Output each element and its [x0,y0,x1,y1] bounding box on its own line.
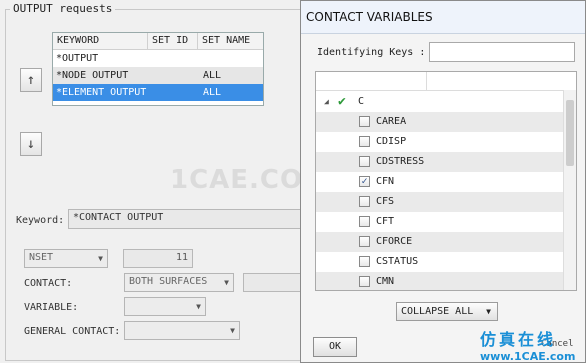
identifying-keys-label: Identifying Keys : [317,47,426,58]
tree-item-carea[interactable]: CAREA [316,112,564,132]
tree-item-cmn[interactable]: CMN [316,272,564,290]
logo-chinese: 仿真在线 [480,330,557,349]
tree-item-cstatus[interactable]: CSTATUS [316,252,564,272]
tree-item-cft[interactable]: CFT [316,212,564,232]
contact-label: CONTACT: [24,278,73,289]
checkbox[interactable] [359,196,370,207]
tree-item-label: CFORCE [376,236,413,247]
tree-root-label: C [358,96,365,107]
table-cell-set-name: ALL [203,87,222,98]
checkbox[interactable] [359,236,370,247]
tree-item-cfn[interactable]: ✓ CFN [316,172,564,192]
tree-item-label: CSTATUS [376,256,419,267]
contact-select[interactable]: BOTH SURFACES ▼ [124,273,234,292]
identifying-keys-input[interactable] [429,42,575,62]
nset-select[interactable]: NSET ▼ [24,249,108,268]
variables-tree: ◢ ✔ C CAREA CDISP CDSTRESS ✓ CFN CFS CFT … [315,71,577,291]
tree-item-label: CAREA [376,116,407,127]
tree-item-label: CFT [376,216,395,227]
checkmark-icon: ✔ [338,94,346,109]
table-cell-keyword: *NODE OUTPUT [56,70,129,81]
move-down-button[interactable]: ↓ [20,132,42,156]
move-up-button[interactable]: ↑ [20,68,42,92]
checkbox[interactable] [359,216,370,227]
scrollbar-thumb[interactable] [566,100,574,166]
contact-extra-field[interactable] [243,273,303,292]
chevron-down-icon: ▼ [224,278,229,287]
arrow-up-icon: ↑ [26,72,36,88]
chevron-down-icon: ▼ [196,302,201,311]
collapse-all-button[interactable]: COLLAPSE ALL ▼ [396,302,498,321]
general-contact-select[interactable]: ▼ [124,321,240,340]
logo-url: www.1CAE.com [480,350,576,363]
chevron-down-icon: ▼ [230,326,235,335]
column-header-set-id[interactable]: SET ID [148,33,198,49]
table-row-selected[interactable]: *ELEMENT OUTPUT ALL [53,84,263,101]
tree-item-label: CFN [376,176,395,187]
general-contact-label: GENERAL CONTACT: [24,326,121,337]
table-row[interactable]: *OUTPUT [53,50,263,67]
checkbox[interactable] [359,276,370,287]
keyword-label: Keyword: [16,215,65,226]
output-requests-title: OUTPUT requests [10,2,116,15]
tree-item-label: CMN [376,276,395,287]
table-cell-set-name [200,50,260,67]
contact-select-value: BOTH SURFACES [129,276,208,287]
tree-header-col [316,72,427,90]
table-cell-keyword: *ELEMENT OUTPUT [56,87,147,98]
variable-select[interactable]: ▼ [124,297,206,316]
table-header: KEYWORD SET ID SET NAME [53,33,263,50]
table-cell-keyword: *OUTPUT [56,53,99,64]
tree-header [316,72,576,91]
expand-triangle-icon[interactable]: ◢ [324,92,329,112]
tree-item-label: CFS [376,196,395,207]
ok-button[interactable]: OK [313,337,357,357]
tree-item-label: CDSTRESS [376,156,425,167]
tree-item-cforce[interactable]: CFORCE [316,232,564,252]
variable-label: VARIABLE: [24,302,79,313]
column-header-keyword[interactable]: KEYWORD [53,33,148,49]
tree-header-col [427,72,563,90]
tree-item-label: CDISP [376,136,407,147]
output-requests-table: KEYWORD SET ID SET NAME *OUTPUT *NODE OU… [52,32,264,106]
chevron-down-icon: ▼ [486,307,491,316]
site-logo: 仿真在线 www.1CAE.com [480,326,575,363]
arrow-down-icon: ↓ [26,136,36,152]
table-cell-set-name: ALL [203,70,222,81]
contact-variables-dialog: CONTACT VARIABLES Identifying Keys : ◢ ✔… [300,0,586,363]
checkbox[interactable] [359,116,370,127]
tree-item-cdisp[interactable]: CDISP [316,132,564,152]
tree-root-row[interactable]: ◢ ✔ C [316,92,564,112]
checkbox[interactable] [359,256,370,267]
checkbox[interactable] [359,156,370,167]
nset-select-value: NSET [29,252,54,263]
keyword-field[interactable]: *CONTACT OUTPUT [68,209,308,229]
dialog-title: CONTACT VARIABLES [301,1,585,34]
column-header-set-name[interactable]: SET NAME [198,33,261,49]
tree-item-cfs[interactable]: CFS [316,192,564,212]
table-row[interactable]: *NODE OUTPUT ALL [53,67,263,84]
checkbox[interactable] [359,136,370,147]
tree-item-cdstress[interactable]: CDSTRESS [316,152,564,172]
chevron-down-icon: ▼ [98,254,103,263]
checkbox-checked[interactable]: ✓ [359,176,370,187]
tree-scrollbar[interactable] [563,90,576,290]
nset-number-field[interactable]: 11 [123,249,193,268]
collapse-all-label: COLLAPSE ALL [401,306,474,317]
